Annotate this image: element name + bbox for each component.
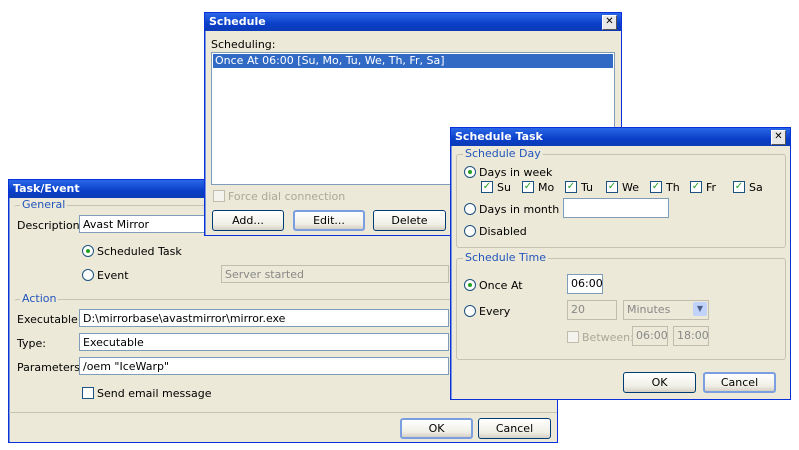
schedule-task-close-icon[interactable]: ✕ xyxy=(771,130,786,145)
every-unit-select[interactable]: Minutes ▼ xyxy=(623,300,709,320)
add-label: Add... xyxy=(232,214,264,227)
schedule-titlebar[interactable]: Schedule ✕ xyxy=(205,13,621,31)
scheduled-task-label: Scheduled Task xyxy=(97,245,182,258)
chevron-down-icon: ▼ xyxy=(693,302,707,316)
force-dial-label: Force dial connection xyxy=(228,190,346,203)
day-su-label: Su xyxy=(497,181,511,194)
days-in-month-radio[interactable] xyxy=(464,203,476,215)
once-at-value: 06:00 xyxy=(571,277,603,290)
executable-input[interactable]: D:\mirrorbase\avastmirror\mirror.exe xyxy=(79,309,449,327)
action-group-title: Action xyxy=(20,292,59,305)
description-label: Description: xyxy=(17,219,84,232)
event-select[interactable]: Server started xyxy=(221,265,449,283)
every-label: Every xyxy=(479,305,511,318)
edit-button[interactable]: Edit... xyxy=(293,210,365,231)
scheduling-list-item[interactable]: Once At 06:00 [Su, Mo, Tu, We, Th, Fr, S… xyxy=(213,54,613,68)
schedule-task-ok-label: OK xyxy=(651,376,668,389)
schedule-day-group-title: Schedule Day xyxy=(463,147,543,160)
parameters-value: /oem "IceWarp" xyxy=(83,360,170,373)
day-we-label: We xyxy=(622,181,639,194)
send-email-label: Send email message xyxy=(97,387,212,400)
once-at-radio[interactable] xyxy=(464,279,476,291)
force-dial-checkbox[interactable] xyxy=(213,190,225,202)
general-group-title: General xyxy=(20,198,68,211)
every-input[interactable]: 20 xyxy=(567,300,617,320)
between-to-input[interactable]: 18:00 xyxy=(673,326,709,346)
day-su-checkbox[interactable]: ✓ xyxy=(481,181,493,193)
event-radio[interactable] xyxy=(82,269,94,281)
days-in-week-radio[interactable] xyxy=(464,166,476,178)
schedule-close-icon[interactable]: ✕ xyxy=(602,15,617,30)
days-in-week-label: Days in week xyxy=(479,166,553,179)
every-value: 20 xyxy=(571,303,585,316)
type-value: Executable xyxy=(83,336,144,349)
task-cancel-button[interactable]: Cancel xyxy=(478,418,551,439)
between-from-value: 06:00 xyxy=(636,329,668,342)
schedule-task-cancel-label: Cancel xyxy=(720,376,759,389)
schedule-title: Schedule xyxy=(209,15,266,28)
schedule-task-ok-button[interactable]: OK xyxy=(623,372,696,393)
disabled-radio[interactable] xyxy=(464,225,476,237)
between-checkbox[interactable] xyxy=(567,331,579,343)
executable-label: Executable: xyxy=(17,313,82,326)
task-ok-button[interactable]: OK xyxy=(400,418,473,439)
once-at-label: Once At xyxy=(479,279,523,292)
every-radio[interactable] xyxy=(464,305,476,317)
task-ok-label: OK xyxy=(428,422,445,435)
executable-value: D:\mirrorbase\avastmirror\mirror.exe xyxy=(83,312,286,325)
button-divider xyxy=(9,412,557,413)
schedule-task-titlebar[interactable]: Schedule Task ✕ xyxy=(451,128,790,146)
type-label: Type: xyxy=(17,337,46,350)
between-label: Between: xyxy=(582,331,634,344)
day-fr-label: Fr xyxy=(706,181,717,194)
day-tu-checkbox[interactable]: ✓ xyxy=(565,181,577,193)
day-sa-checkbox[interactable]: ✓ xyxy=(733,181,745,193)
edit-label: Edit... xyxy=(313,214,345,227)
parameters-input[interactable]: /oem "IceWarp" xyxy=(79,357,449,375)
days-in-month-label: Days in month xyxy=(479,203,560,216)
scheduling-label: Scheduling: xyxy=(211,38,276,51)
day-th-checkbox[interactable]: ✓ xyxy=(650,181,662,193)
schedule-task-cancel-button[interactable]: Cancel xyxy=(703,372,776,393)
scheduled-task-radio[interactable] xyxy=(82,245,94,257)
day-tu-label: Tu xyxy=(581,181,594,194)
every-unit-value: Minutes xyxy=(627,303,671,316)
once-at-input[interactable]: 06:00 xyxy=(567,274,603,294)
disabled-label: Disabled xyxy=(479,225,527,238)
day-th-label: Th xyxy=(666,181,680,194)
schedule-task-title: Schedule Task xyxy=(455,130,543,143)
days-in-month-input[interactable] xyxy=(563,198,669,218)
send-email-checkbox[interactable] xyxy=(82,387,94,399)
day-mo-label: Mo xyxy=(538,181,555,194)
between-to-value: 18:00 xyxy=(677,329,709,342)
delete-label: Delete xyxy=(391,214,428,227)
task-event-title: Task/Event xyxy=(13,182,80,195)
day-mo-checkbox[interactable]: ✓ xyxy=(522,181,534,193)
event-value: Server started xyxy=(225,268,304,281)
day-we-checkbox[interactable]: ✓ xyxy=(606,181,618,193)
task-cancel-label: Cancel xyxy=(495,422,534,435)
event-label: Event xyxy=(97,269,129,282)
parameters-label: Parameters: xyxy=(17,361,84,374)
schedule-time-group-title: Schedule Time xyxy=(463,251,548,264)
day-fr-checkbox[interactable]: ✓ xyxy=(690,181,702,193)
type-select[interactable]: Executable xyxy=(79,333,449,351)
day-sa-label: Sa xyxy=(749,181,763,194)
between-from-input[interactable]: 06:00 xyxy=(632,326,668,346)
description-value: Avast Mirror xyxy=(83,218,150,231)
add-button[interactable]: Add... xyxy=(212,210,284,231)
delete-button[interactable]: Delete xyxy=(373,210,446,231)
schedule-task-window: Schedule Task ✕ Schedule Day Days in wee… xyxy=(450,127,791,400)
